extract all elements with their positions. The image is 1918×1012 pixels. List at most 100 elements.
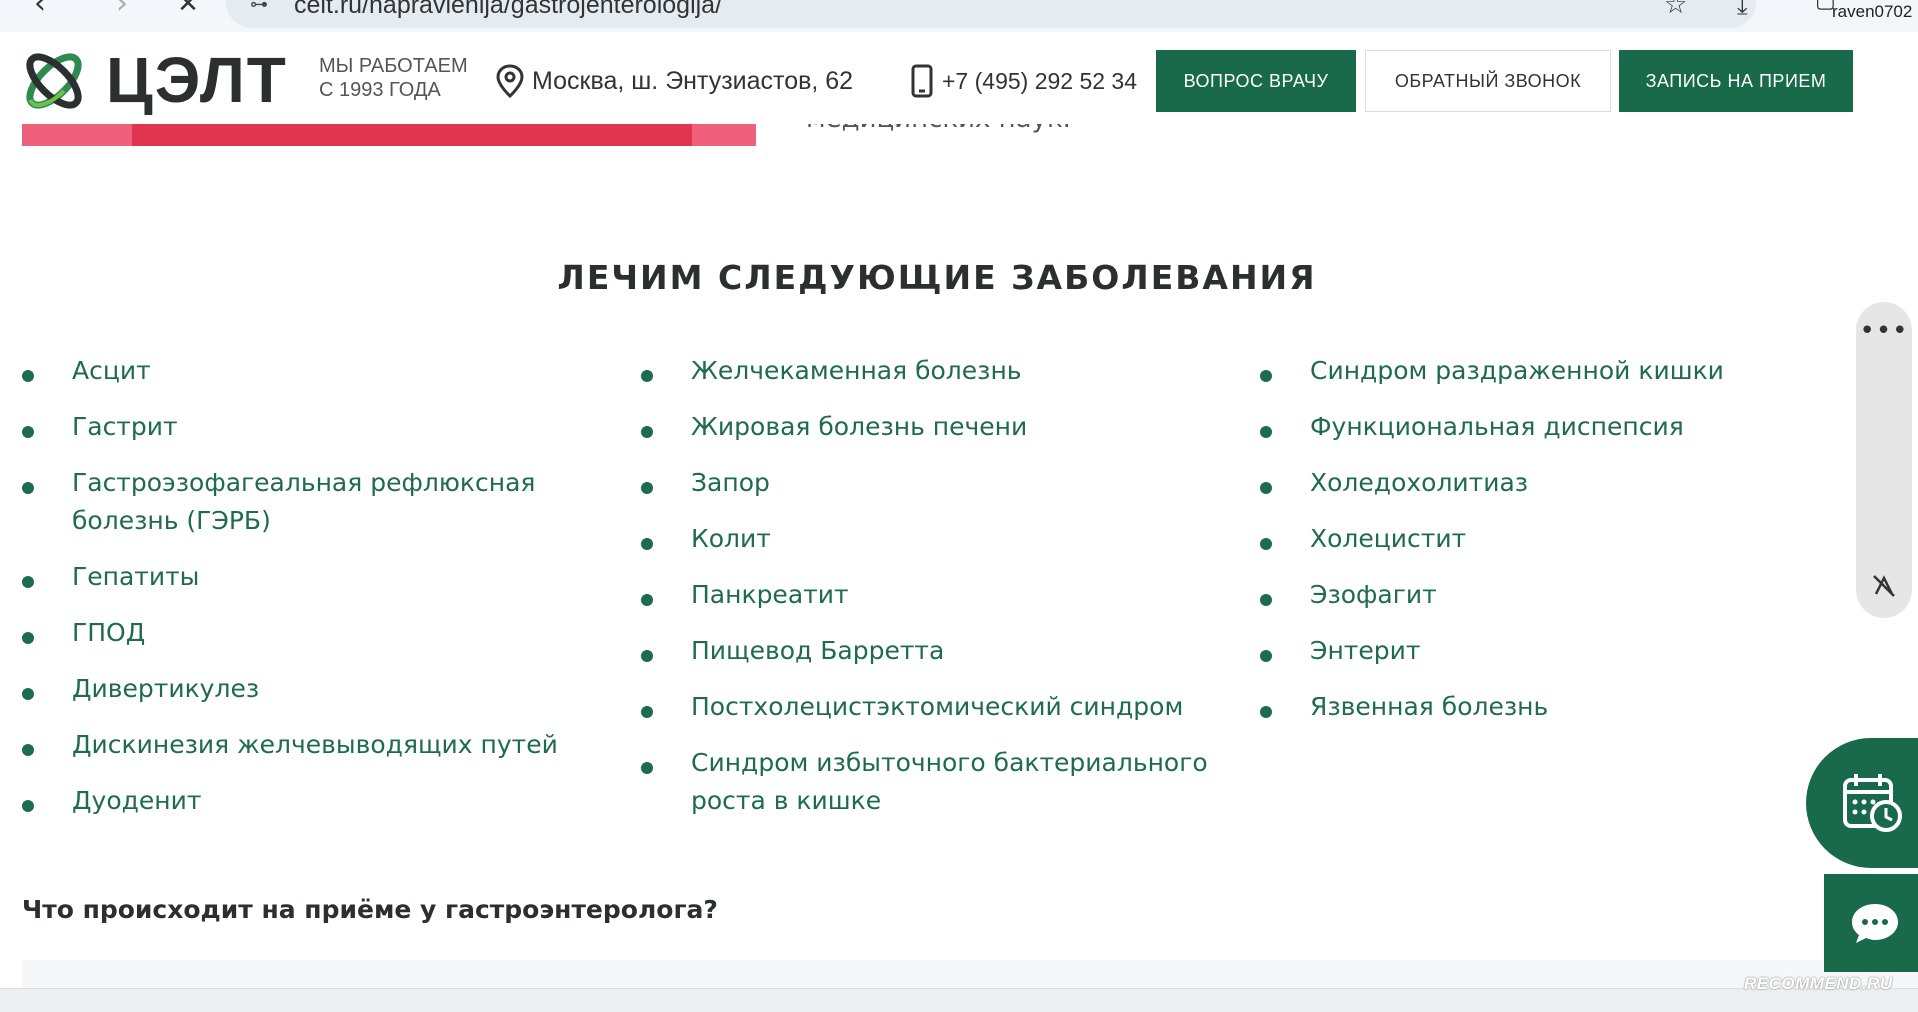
disease-link[interactable]: Синдром раздраженной кишки bbox=[1310, 356, 1724, 385]
bullet-dot bbox=[641, 650, 653, 662]
disease-link[interactable]: Асцит bbox=[72, 356, 151, 385]
callback-button[interactable]: ОБРАТНЫЙ ЗВОНОК bbox=[1365, 50, 1611, 112]
floating-side-panel[interactable]: ••• bbox=[1856, 302, 1912, 618]
forward-icon[interactable]: › bbox=[102, 0, 142, 20]
hide-panel-icon[interactable] bbox=[1870, 572, 1898, 600]
disease-item[interactable]: Дуоденит bbox=[22, 782, 582, 820]
more-options-icon[interactable]: ••• bbox=[1856, 316, 1912, 346]
bullet-dot bbox=[641, 426, 653, 438]
bullet-dot bbox=[641, 370, 653, 382]
disease-link[interactable]: Дивертикулез bbox=[72, 674, 259, 703]
download-icon[interactable]: ⤓ bbox=[1737, 0, 1748, 20]
chat-button[interactable] bbox=[1824, 874, 1918, 972]
chat-bubble-icon bbox=[1852, 904, 1898, 943]
disease-item[interactable]: Желчекаменная болезнь bbox=[641, 352, 1231, 390]
bullet-dot bbox=[22, 632, 34, 644]
bullet-dot bbox=[641, 538, 653, 550]
disease-item[interactable]: Асцит bbox=[22, 352, 582, 390]
disease-link[interactable]: Язвенная болезнь bbox=[1310, 692, 1548, 721]
disease-item[interactable]: Постхолецистэктомический синдром bbox=[641, 688, 1231, 726]
disease-item[interactable]: Эзофагит bbox=[1260, 576, 1820, 614]
bullet-dot bbox=[22, 426, 34, 438]
bullet-dot bbox=[22, 576, 34, 588]
disease-item[interactable]: Функциональная диспепсия bbox=[1260, 408, 1820, 446]
disease-item[interactable]: Пищевод Барретта bbox=[641, 632, 1231, 670]
page: { "browser": { "url": "celt.ru/napravlen… bbox=[0, 0, 1918, 1012]
disease-item[interactable]: Панкреатит bbox=[641, 576, 1231, 614]
disease-link[interactable]: Энтерит bbox=[1310, 636, 1420, 665]
bullet-dot bbox=[641, 762, 653, 774]
disease-link[interactable]: Синдром избыточного бактериального роста… bbox=[691, 748, 1208, 815]
site-header: ЦЭЛТ МЫ РАБОТАЕМ С 1993 ГОДА Москва, ш. … bbox=[0, 40, 1918, 124]
disease-column-1: Асцит Гастрит Гастроэзофагеальная рефлюксн… bbox=[22, 352, 582, 838]
close-icon[interactable]: ✕ bbox=[168, 0, 208, 20]
disease-column-2: Желчекаменная болезнь Жировая болезнь печ… bbox=[641, 352, 1231, 838]
bullet-dot bbox=[22, 370, 34, 382]
bullet-dot bbox=[22, 688, 34, 700]
disease-link[interactable]: ГПОД bbox=[72, 618, 145, 647]
disease-item[interactable]: Синдром избыточного бактериального роста… bbox=[641, 744, 1231, 820]
disease-item[interactable]: ГПОД bbox=[22, 614, 582, 652]
disease-link[interactable]: Постхолецистэктомический синдром bbox=[691, 692, 1183, 721]
calendar-clock-icon bbox=[1843, 774, 1902, 832]
bullet-dot bbox=[1260, 650, 1272, 662]
disease-item[interactable]: Дивертикулез bbox=[22, 670, 582, 708]
browser-toolbar: ‹ › ✕ ⊶ celt.ru/napravlenija/gastrojente… bbox=[0, 0, 1918, 32]
disease-item[interactable]: Колит bbox=[641, 520, 1231, 558]
disease-item[interactable]: Запор bbox=[641, 464, 1231, 502]
disease-link[interactable]: Запор bbox=[691, 468, 770, 497]
appointment-button[interactable]: ЗАПИСЬ НА ПРИЕМ bbox=[1619, 50, 1853, 112]
disease-link[interactable]: Дуоденит bbox=[72, 786, 201, 815]
since-line-2: С 1993 ГОДА bbox=[319, 79, 441, 101]
disease-link[interactable]: Холецистит bbox=[1310, 524, 1466, 553]
bullet-dot bbox=[1260, 370, 1272, 382]
disease-item[interactable]: Язвенная болезнь bbox=[1260, 688, 1820, 726]
hero-image bbox=[22, 124, 756, 146]
bullet-dot bbox=[1260, 426, 1272, 438]
disease-link[interactable]: Гепатиты bbox=[72, 562, 199, 591]
section-title: ЛЕЧИМ СЛЕДУЮЩИЕ ЗАБОЛЕВАНИЯ bbox=[557, 258, 1317, 297]
back-icon[interactable]: ‹ bbox=[20, 0, 60, 20]
disease-link[interactable]: Гастрит bbox=[72, 412, 178, 441]
logo-icon[interactable] bbox=[20, 47, 88, 115]
site-settings-icon[interactable]: ⊶ bbox=[250, 0, 268, 15]
disease-item[interactable]: Гастроэзофагеальная рефлюксная болезнь (… bbox=[22, 464, 582, 540]
disease-link[interactable]: Жировая болезнь печени bbox=[691, 412, 1027, 441]
disease-link[interactable]: Пищевод Барретта bbox=[691, 636, 944, 665]
disease-link[interactable]: Колит bbox=[691, 524, 771, 553]
clinic-address[interactable]: Москва, ш. Энтузиастов, 62 bbox=[496, 64, 853, 98]
disease-link[interactable]: Дискинезия желчевыводящих путей bbox=[72, 730, 558, 759]
url-text[interactable]: celt.ru/napravlenija/gastrojenterologija… bbox=[294, 0, 722, 20]
since-line-1: МЫ РАБОТАЕМ bbox=[319, 55, 468, 77]
ask-doctor-button[interactable]: ВОПРОС ВРАЧУ bbox=[1156, 50, 1356, 112]
disease-link[interactable]: Панкреатит bbox=[691, 580, 849, 609]
bullet-dot bbox=[1260, 706, 1272, 718]
bullet-dot bbox=[22, 482, 34, 494]
bullet-dot bbox=[22, 744, 34, 756]
disease-link[interactable]: Желчекаменная болезнь bbox=[691, 356, 1022, 385]
logo-text[interactable]: ЦЭЛТ bbox=[106, 44, 288, 116]
disease-link[interactable]: Функциональная диспепсия bbox=[1310, 412, 1684, 441]
disease-item[interactable]: Энтерит bbox=[1260, 632, 1820, 670]
disease-column-3: Синдром раздраженной кишки Функциональная… bbox=[1260, 352, 1820, 744]
disease-item[interactable]: Гастрит bbox=[22, 408, 582, 446]
disease-item[interactable]: Жировая болезнь печени bbox=[641, 408, 1231, 446]
disease-link[interactable]: Гастроэзофагеальная рефлюксная болезнь (… bbox=[72, 468, 535, 535]
watermark-text: RECOMMEND.RU bbox=[1744, 974, 1893, 993]
faq-question[interactable]: Что происходит на приёме у гастроэнтерол… bbox=[22, 895, 718, 924]
since-tagline: МЫ РАБОТАЕМ С 1993 ГОДА bbox=[319, 54, 468, 102]
map-pin-icon bbox=[496, 64, 524, 98]
disease-link[interactable]: Эзофагит bbox=[1310, 580, 1437, 609]
disease-item[interactable]: Синдром раздраженной кишки bbox=[1260, 352, 1820, 390]
booking-calendar-button[interactable] bbox=[1806, 738, 1918, 868]
mobile-phone-icon bbox=[911, 64, 933, 98]
disease-item[interactable]: Дискинезия желчевыводящих путей bbox=[22, 726, 582, 764]
bullet-dot bbox=[1260, 482, 1272, 494]
clinic-phone[interactable]: +7 (495) 292 52 34 bbox=[910, 64, 1137, 98]
disease-link[interactable]: Холедохолитиаз bbox=[1310, 468, 1528, 497]
disease-item[interactable]: Холедохолитиаз bbox=[1260, 464, 1820, 502]
disease-item[interactable]: Гепатиты bbox=[22, 558, 582, 596]
bookmark-star-icon[interactable]: ☆ bbox=[1664, 0, 1687, 20]
bullet-dot bbox=[641, 594, 653, 606]
disease-item[interactable]: Холецистит bbox=[1260, 520, 1820, 558]
